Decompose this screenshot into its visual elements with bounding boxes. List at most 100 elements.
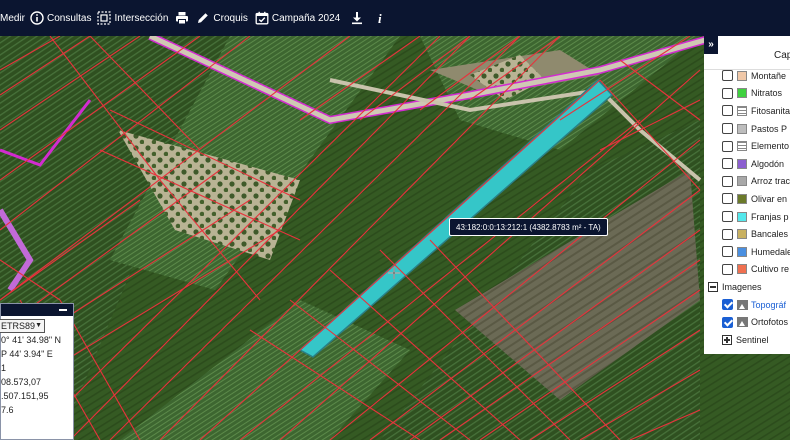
layer-swatch-icon bbox=[737, 105, 747, 116]
croquis-button[interactable]: Croquis bbox=[196, 8, 248, 28]
layer-checkbox[interactable] bbox=[722, 140, 733, 152]
interseccion-button[interactable]: Intersección bbox=[97, 8, 168, 28]
sentinel-group[interactable]: Sentinel bbox=[704, 331, 790, 349]
longitude-value: P 44' 3.94" E bbox=[1, 349, 53, 359]
projection-select[interactable]: ETRS89 ▼ bbox=[0, 319, 45, 333]
download-button[interactable] bbox=[350, 8, 367, 28]
layer-panel: » Cap Montañe Nitratos Fitosanita Pastos P E… bbox=[704, 36, 790, 354]
layer-swatch-icon bbox=[737, 246, 747, 257]
layer-label: Topográf bbox=[751, 299, 787, 310]
layer-row[interactable]: Bancales bbox=[722, 225, 790, 243]
consultas-button[interactable]: Consultas bbox=[30, 8, 91, 28]
layer-row[interactable]: Humedale bbox=[722, 243, 790, 261]
layer-label: Nitratos bbox=[751, 88, 783, 99]
x-coordinate-value: 08.573,07 bbox=[1, 377, 42, 387]
intersection-icon bbox=[97, 11, 112, 25]
layer-swatch-icon bbox=[737, 141, 747, 152]
layer-panel-header: » Cap bbox=[704, 36, 790, 70]
layer-swatch-icon bbox=[737, 88, 747, 99]
layer-checkbox[interactable] bbox=[722, 246, 733, 258]
consultas-label: Consultas bbox=[47, 12, 92, 24]
orthophoto-map[interactable] bbox=[0, 36, 790, 440]
layer-label: Ortofotos bbox=[751, 317, 789, 328]
layer-checkbox[interactable] bbox=[722, 299, 733, 311]
layer-checkbox[interactable] bbox=[722, 316, 733, 328]
layer-label: Humedale bbox=[751, 246, 790, 257]
layer-label: Cultivo re bbox=[751, 264, 790, 275]
layer-checkbox[interactable] bbox=[722, 263, 733, 275]
minimize-icon[interactable] bbox=[59, 309, 67, 311]
layer-row-topografico[interactable]: Topográf bbox=[704, 296, 790, 314]
layer-label: Franjas p bbox=[751, 211, 789, 222]
layer-row[interactable]: Cultivo re bbox=[722, 261, 790, 279]
layer-panel-title: Cap bbox=[774, 50, 790, 61]
layer-label: Fitosanita bbox=[751, 105, 790, 116]
coordinate-panel: ETRS89 ▼ 0° 41' 34.98" N P 44' 3.94" E 1… bbox=[0, 303, 74, 440]
layer-checkbox[interactable] bbox=[722, 158, 733, 170]
layer-label: Olivar en bbox=[751, 193, 788, 204]
layer-row[interactable]: Arroz trac bbox=[722, 173, 790, 191]
calendar-check-icon bbox=[255, 11, 269, 25]
campana-label: Campaña 2024 bbox=[271, 12, 341, 24]
map-toolbar: Medir Consultas Intersección Croquis Cam… bbox=[0, 0, 790, 36]
layer-swatch-icon bbox=[737, 229, 747, 240]
layer-row[interactable]: Franjas p bbox=[722, 208, 790, 226]
layer-checkbox[interactable] bbox=[722, 193, 733, 205]
parcel-tooltip: 43:182:0:0:13:212:1 (4382.8783 m² - TA) bbox=[449, 218, 608, 236]
layer-label: Arroz trac bbox=[751, 176, 790, 187]
chevron-down-icon: ▼ bbox=[35, 322, 42, 329]
print-button[interactable] bbox=[175, 8, 192, 28]
collapse-group-icon[interactable] bbox=[708, 281, 718, 292]
layer-checkbox[interactable] bbox=[722, 175, 733, 187]
layer-swatch-icon bbox=[737, 193, 747, 204]
pencil-icon bbox=[196, 11, 210, 25]
info-circle-icon bbox=[30, 11, 44, 25]
layer-swatch-icon bbox=[737, 123, 747, 134]
layer-row[interactable]: Fitosanita bbox=[722, 102, 790, 120]
layer-label: Bancales bbox=[751, 229, 789, 240]
croquis-label: Croquis bbox=[213, 12, 248, 24]
collapse-panel-icon[interactable]: » bbox=[704, 36, 718, 54]
zone-value: 1 bbox=[1, 363, 7, 373]
imagenes-group[interactable]: Imagenes bbox=[704, 278, 790, 296]
layer-label: Pastos P bbox=[751, 123, 788, 134]
imagenes-group-label: Imagenes bbox=[722, 281, 762, 292]
layer-label: Elemento bbox=[751, 141, 790, 152]
about-button[interactable]: i bbox=[373, 8, 390, 28]
measure-label: Medir bbox=[0, 12, 26, 24]
layer-checkbox[interactable] bbox=[722, 87, 733, 99]
info-italic-icon: i bbox=[373, 11, 387, 25]
latitude-value: 0° 41' 34.98" N bbox=[1, 335, 62, 345]
layer-swatch-icon bbox=[737, 70, 747, 81]
layer-swatch-icon bbox=[737, 264, 747, 275]
image-layer-icon bbox=[737, 299, 748, 310]
expand-group-icon[interactable] bbox=[722, 334, 732, 345]
layer-row[interactable]: Olivar en bbox=[722, 190, 790, 208]
interseccion-label: Intersección bbox=[114, 12, 169, 24]
y-coordinate-value: .507.151,95 bbox=[1, 391, 49, 401]
projection-value: ETRS89 bbox=[1, 321, 36, 331]
layer-checkbox[interactable] bbox=[722, 70, 733, 82]
measure-button[interactable]: Medir bbox=[0, 8, 28, 28]
download-icon bbox=[350, 11, 364, 25]
layer-swatch-icon bbox=[737, 211, 747, 222]
layer-list: Montañe Nitratos Fitosanita Pastos P Element… bbox=[704, 67, 790, 278]
layer-row[interactable]: Elemento bbox=[722, 137, 790, 155]
layer-checkbox[interactable] bbox=[722, 211, 733, 223]
map-view[interactable]: 43:182:0:0:13:212:1 (4382.8783 m² - TA) bbox=[0, 36, 790, 440]
elevation-value: 7.6 bbox=[1, 405, 14, 415]
layer-label: Algodón bbox=[751, 158, 785, 169]
print-icon bbox=[175, 11, 189, 25]
layer-row[interactable]: Pastos P bbox=[722, 120, 790, 138]
layer-row[interactable]: Algodón bbox=[722, 155, 790, 173]
layer-row[interactable]: Nitratos bbox=[722, 85, 790, 103]
sentinel-label: Sentinel bbox=[736, 334, 769, 345]
layer-swatch-icon bbox=[737, 176, 747, 187]
layer-label: Montañe bbox=[751, 70, 787, 81]
layer-checkbox[interactable] bbox=[722, 105, 733, 117]
layer-swatch-icon bbox=[737, 158, 747, 169]
campana-button[interactable]: Campaña 2024 bbox=[255, 8, 340, 28]
layer-checkbox[interactable] bbox=[722, 123, 733, 135]
layer-checkbox[interactable] bbox=[722, 228, 733, 240]
layer-row-ortofotos[interactable]: Ortofotos bbox=[704, 313, 790, 331]
